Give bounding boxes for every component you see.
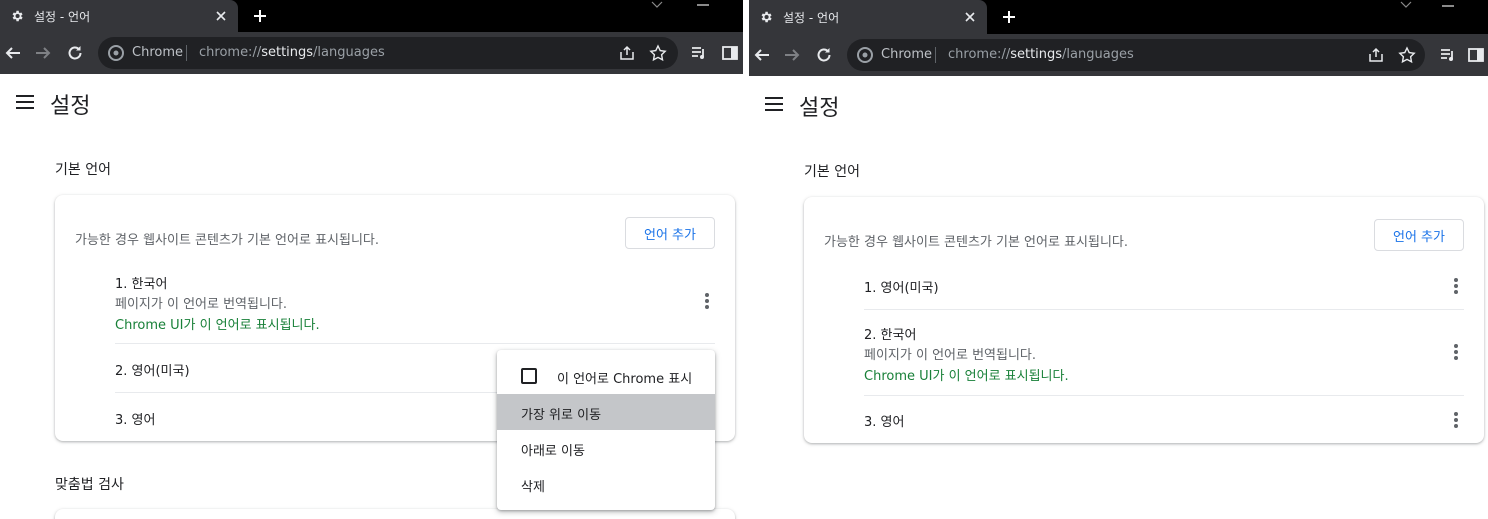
language-context-menu: 이 언어로 Chrome 표시 가장 위로 이동 아래로 이동 삭제 — [497, 350, 715, 510]
ui-language-note: Chrome UI가 이 언어로 표시됩니다. — [115, 318, 320, 333]
section-title-languages: 기본 언어 — [55, 162, 111, 178]
language-name: 3. 영어 — [115, 413, 156, 428]
section-title-spellcheck: 맞춤법 검사 — [55, 477, 124, 493]
tab-search-icon[interactable] — [1399, 0, 1413, 10]
menu-item-remove[interactable]: 삭제 — [497, 466, 715, 502]
star-icon[interactable] — [649, 44, 667, 62]
menu-icon[interactable] — [16, 95, 34, 109]
more-vert-icon[interactable] — [1454, 412, 1458, 428]
toolbar: Chrome chrome://settings/languages — [749, 34, 1488, 76]
media-control-icon[interactable] — [690, 44, 708, 62]
new-tab-icon[interactable] — [252, 8, 268, 24]
browser-window-right: 설정 - 언어 Chrome chrome://settings/languag… — [749, 0, 1488, 519]
omnibox-separator — [935, 47, 936, 63]
forward-arrow-icon[interactable] — [34, 44, 52, 62]
ui-language-note: Chrome UI가 이 언어로 표시됩니다. — [864, 369, 1069, 384]
forward-arrow-icon[interactable] — [783, 46, 801, 64]
tab-title: 설정 - 언어 — [34, 9, 91, 24]
menu-item-move-down[interactable]: 아래로 이동 — [497, 430, 715, 466]
omnibox-chip: Chrome — [132, 45, 183, 60]
language-row-3: 3. 영어 — [864, 395, 1464, 443]
new-tab-icon[interactable] — [1001, 9, 1017, 25]
back-arrow-icon[interactable] — [753, 46, 771, 64]
translate-note: 페이지가 이 언어로 번역됩니다. — [864, 348, 1037, 363]
language-name: 1. 영어(미국) — [864, 281, 939, 296]
language-name: 2. 영어(미국) — [115, 364, 190, 379]
browser-window-left: 설정 - 언어 Chrome chrome://settings/languag… — [0, 0, 743, 519]
add-language-button[interactable]: 언어 추가 — [625, 217, 715, 249]
language-row-1: 1. 영어(미국) — [864, 263, 1464, 309]
more-vert-icon[interactable] — [1454, 278, 1458, 294]
card-description: 가능한 경우 웹사이트 콘텐츠가 기본 언어로 표시됩니다. — [824, 235, 1129, 250]
tab-settings-languages[interactable]: 설정 - 언어 — [0, 0, 238, 32]
spellcheck-card — [55, 509, 735, 519]
section-title-languages: 기본 언어 — [804, 164, 860, 180]
omnibox-chip: Chrome — [881, 47, 932, 62]
tab-search-icon[interactable] — [650, 0, 664, 10]
toolbar: Chrome chrome://settings/languages — [0, 32, 743, 74]
tab-title: 설정 - 언어 — [783, 10, 840, 25]
minimize-icon[interactable] — [697, 4, 709, 6]
add-language-button[interactable]: 언어 추가 — [1374, 219, 1464, 251]
side-panel-icon[interactable] — [1467, 46, 1485, 64]
chrome-logo-icon — [108, 45, 124, 61]
more-vert-icon[interactable] — [705, 293, 709, 309]
omnibox-separator — [186, 45, 187, 61]
more-vert-icon[interactable] — [1454, 344, 1458, 360]
url-text[interactable]: chrome://settings/languages — [199, 45, 385, 60]
menu-item-move-to-top[interactable]: 가장 위로 이동 — [497, 394, 715, 430]
gear-icon — [761, 11, 772, 23]
language-row-2: 2. 한국어 페이지가 이 언어로 번역됩니다. Chrome UI가 이 언어… — [864, 309, 1464, 395]
side-panel-icon[interactable] — [721, 44, 739, 62]
address-bar[interactable]: Chrome chrome://settings/languages — [847, 39, 1425, 71]
language-name: 2. 한국어 — [864, 328, 917, 343]
star-icon[interactable] — [1398, 46, 1416, 64]
menu-item-display-chrome[interactable]: 이 언어로 Chrome 표시 — [497, 358, 715, 394]
reload-icon[interactable] — [815, 46, 833, 64]
close-icon[interactable] — [214, 9, 228, 23]
tab-settings-languages[interactable]: 설정 - 언어 — [749, 0, 987, 34]
page-title: 설정 — [50, 94, 91, 119]
menu-icon[interactable] — [765, 97, 783, 111]
share-icon[interactable] — [1367, 46, 1385, 64]
media-control-icon[interactable] — [1439, 46, 1457, 64]
card-description: 가능한 경우 웹사이트 콘텐츠가 기본 언어로 표시됩니다. — [75, 233, 380, 248]
settings-header: 설정 — [749, 76, 1488, 132]
minimize-icon[interactable] — [1442, 5, 1454, 7]
tab-strip: 설정 - 언어 — [0, 0, 743, 32]
language-name: 1. 한국어 — [115, 277, 168, 292]
language-name: 3. 영어 — [864, 415, 905, 430]
settings-header: 설정 — [0, 74, 743, 130]
share-icon[interactable] — [618, 44, 636, 62]
translate-note: 페이지가 이 언어로 번역됩니다. — [115, 297, 288, 312]
gear-icon — [12, 10, 23, 22]
url-text[interactable]: chrome://settings/languages — [948, 47, 1134, 62]
address-bar[interactable]: Chrome chrome://settings/languages — [98, 37, 678, 69]
reload-icon[interactable] — [66, 44, 84, 62]
chrome-logo-icon — [857, 47, 873, 63]
close-icon[interactable] — [963, 10, 977, 24]
page-title: 설정 — [799, 96, 840, 121]
tab-strip: 설정 - 언어 — [749, 0, 1488, 34]
languages-card: 가능한 경우 웹사이트 콘텐츠가 기본 언어로 표시됩니다. 언어 추가 1. … — [804, 197, 1484, 443]
checkbox[interactable] — [521, 368, 537, 384]
back-arrow-icon[interactable] — [4, 44, 22, 62]
language-row-1: 1. 한국어 페이지가 이 언어로 번역됩니다. Chrome UI가 이 언어… — [115, 271, 715, 343]
